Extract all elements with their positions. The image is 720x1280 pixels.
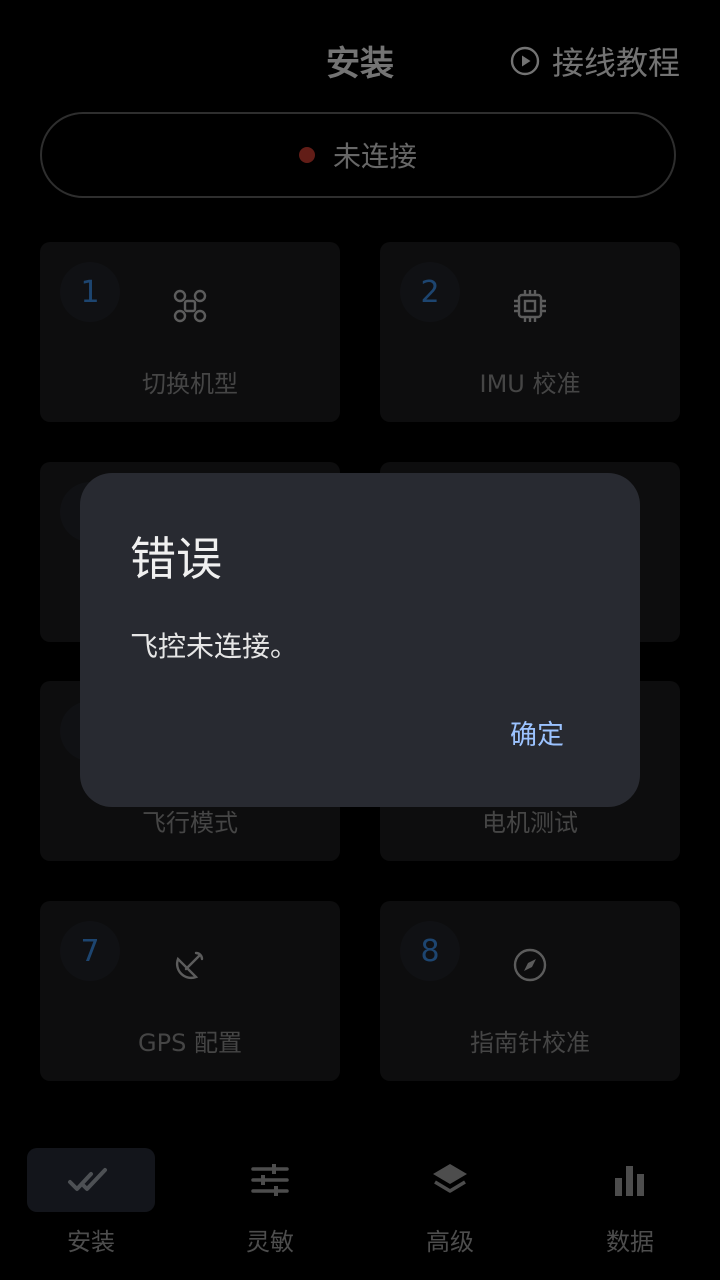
ok-button[interactable]: 确定 (510, 713, 564, 752)
dialog-title: 错误 (130, 532, 222, 586)
error-dialog: 错误 飞控未连接。 确定 (80, 473, 640, 807)
dialog-message: 飞控未连接。 (130, 630, 299, 663)
